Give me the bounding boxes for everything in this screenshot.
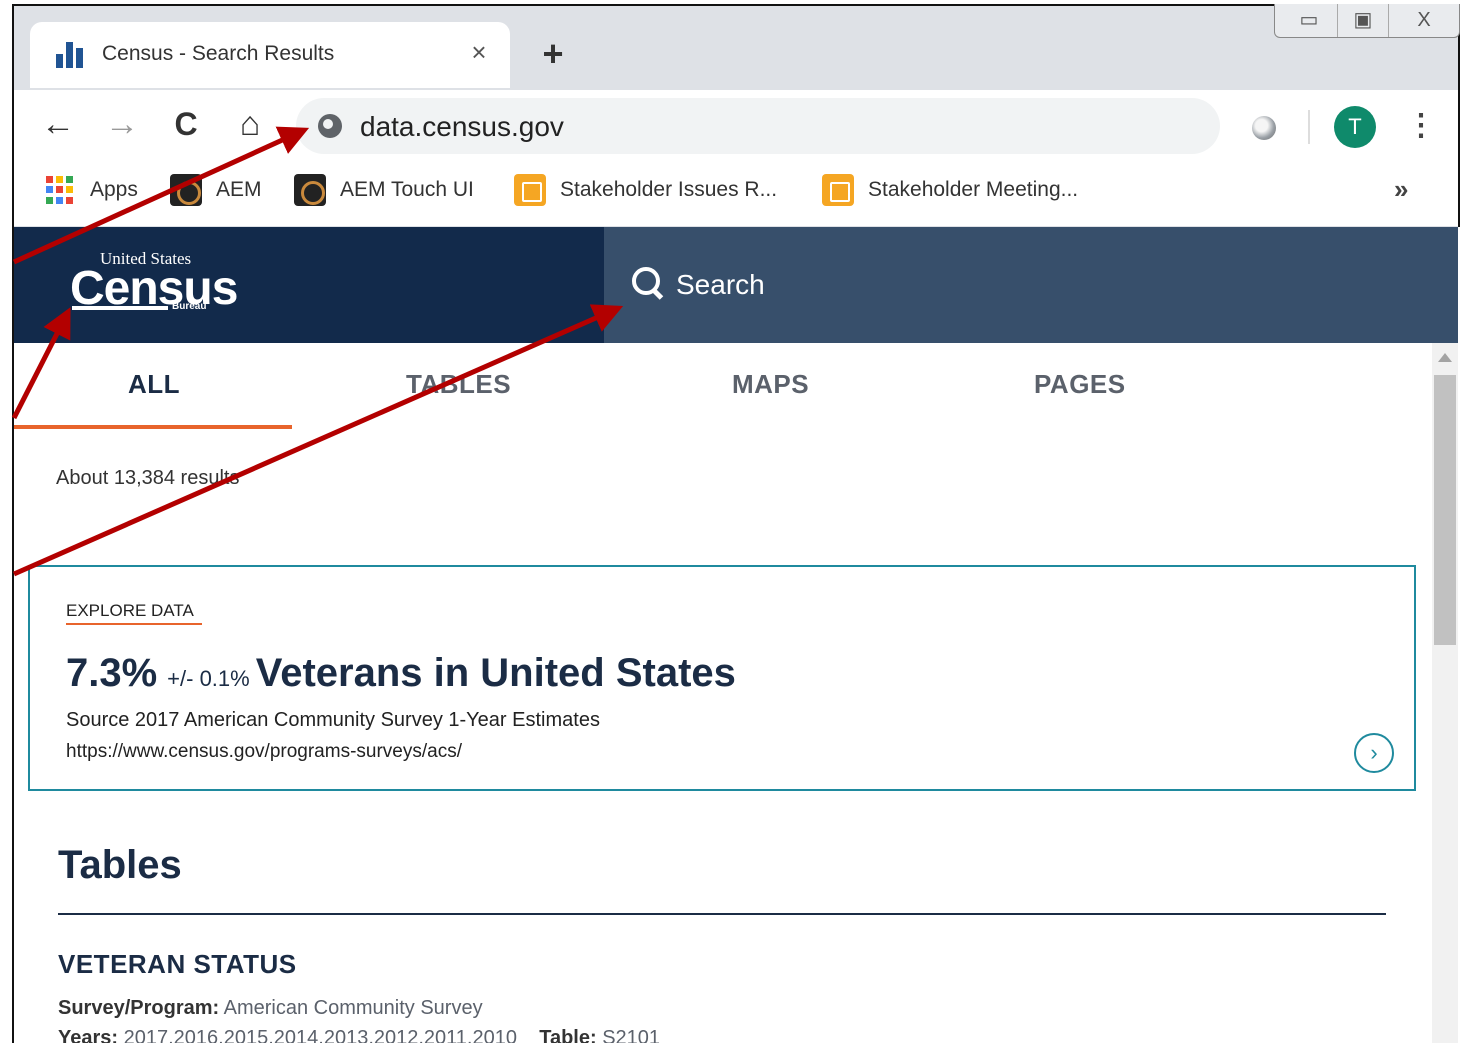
window-controls: ▭ ▣ X [1274, 4, 1460, 38]
search-placeholder: Search [676, 269, 765, 300]
chevron-right-icon[interactable]: › [1354, 733, 1394, 773]
stat-subject: Veterans in United States [255, 651, 736, 695]
logo-bureau: Bureau [172, 301, 207, 312]
explore-data-card[interactable]: EXPLORE DATA 7.3% +/- 0.1% Veterans in Uni… [28, 565, 1416, 791]
tab-all[interactable]: ALL [128, 369, 180, 400]
profile-avatar[interactable]: T [1334, 106, 1376, 148]
forward-arrow-icon[interactable]: → [102, 104, 142, 144]
minimize-icon[interactable]: ▭ [1281, 4, 1337, 37]
card-source: Source 2017 American Community Survey 1-… [66, 709, 600, 731]
section-title-tables: Tables [58, 843, 182, 887]
survey-label: Survey/Program: [58, 997, 220, 1019]
bookmark-label: Stakeholder Meeting... [868, 178, 1079, 201]
logo-underline [72, 306, 168, 310]
result-count: About 13,384 results [56, 467, 240, 489]
table-result-survey: Survey/Program: American Community Surve… [58, 997, 483, 1020]
margin-of-error: +/- 0.1% [167, 666, 250, 691]
eyebrow-underline [66, 623, 202, 625]
stakeholder-icon [514, 174, 546, 206]
search-results: ALL TABLES MAPS PAGES About 13,384 resul… [14, 343, 1432, 1043]
stat-value: 7.3% [66, 651, 158, 695]
apps-grid-icon [44, 174, 76, 206]
active-tab-indicator [14, 425, 292, 429]
back-arrow-icon[interactable]: ← [38, 104, 78, 144]
table-result-years: Years: 2017,2016,2015,2014,2013,2012,201… [58, 1027, 660, 1043]
close-window-icon[interactable]: X [1389, 4, 1459, 37]
bookmark-label: Apps [90, 178, 138, 201]
maximize-icon[interactable]: ▣ [1337, 4, 1389, 37]
reload-icon[interactable]: C [166, 104, 206, 144]
vertical-scrollbar[interactable] [1432, 343, 1458, 1043]
survey-value: American Community Survey [223, 997, 483, 1019]
browser-window: Census - Search Results × + ▭ ▣ X ← → C … [0, 0, 1462, 1043]
search-bar[interactable]: Search [604, 227, 1458, 343]
bookmark-label: Stakeholder Issues R... [560, 178, 778, 201]
card-eyebrow: EXPLORE DATA [66, 601, 194, 620]
table-label: Table: [539, 1027, 597, 1043]
bookmark-label: AEM Touch UI [340, 178, 474, 201]
extension-icon[interactable] [1252, 116, 1276, 140]
toolbar-divider [1308, 110, 1310, 144]
address-bar[interactable]: data.census.gov [296, 98, 1220, 154]
aem-icon [170, 174, 202, 206]
section-divider [58, 913, 1386, 915]
tab-tables[interactable]: TABLES [406, 369, 511, 400]
stakeholder-icon [822, 174, 854, 206]
census-logo[interactable]: United States Census Bureau [70, 249, 238, 319]
bookmark-label: AEM [216, 178, 262, 201]
search-icon [632, 267, 666, 301]
table-value: S2101 [602, 1027, 661, 1043]
bookmarks-overflow-icon[interactable]: » [1394, 174, 1408, 205]
tab-maps[interactable]: MAPS [732, 369, 809, 400]
scroll-up-arrow-icon[interactable] [1438, 353, 1452, 362]
tab-pages[interactable]: PAGES [1034, 369, 1126, 400]
close-tab-icon[interactable]: × [465, 36, 493, 68]
new-tab-button[interactable]: + [535, 36, 571, 72]
card-url[interactable]: https://www.census.gov/programs-surveys/… [66, 741, 462, 763]
years-label: Years: [58, 1027, 119, 1043]
globe-icon [318, 114, 342, 138]
site-header: United States Census Bureau Search [14, 227, 1458, 343]
browser-toolbar: ← → C ⌂ data.census.gov T ⋮ [14, 90, 1458, 162]
browser-tab[interactable]: Census - Search Results × [30, 22, 510, 88]
window-border [12, 4, 14, 1043]
years-value: 2017,2016,2015,2014,2013,2012,2011,2010 [123, 1027, 517, 1043]
aem-icon [294, 174, 326, 206]
more-menu-icon[interactable]: ⋮ [1406, 108, 1436, 144]
address-url: data.census.gov [360, 111, 564, 142]
result-tabs: ALL TABLES MAPS PAGES [14, 343, 1432, 429]
census-bar-chart-icon [54, 42, 86, 68]
scroll-thumb[interactable] [1434, 375, 1456, 645]
bookmarks-bar: Apps AEM AEM Touch UI Stakeholder Issues… [14, 162, 1458, 226]
tab-title: Census - Search Results [102, 42, 335, 65]
card-headline: 7.3% +/- 0.1% Veterans in United States [66, 651, 736, 696]
home-icon[interactable]: ⌂ [230, 104, 270, 144]
table-result-title[interactable]: VETERAN STATUS [58, 949, 297, 980]
